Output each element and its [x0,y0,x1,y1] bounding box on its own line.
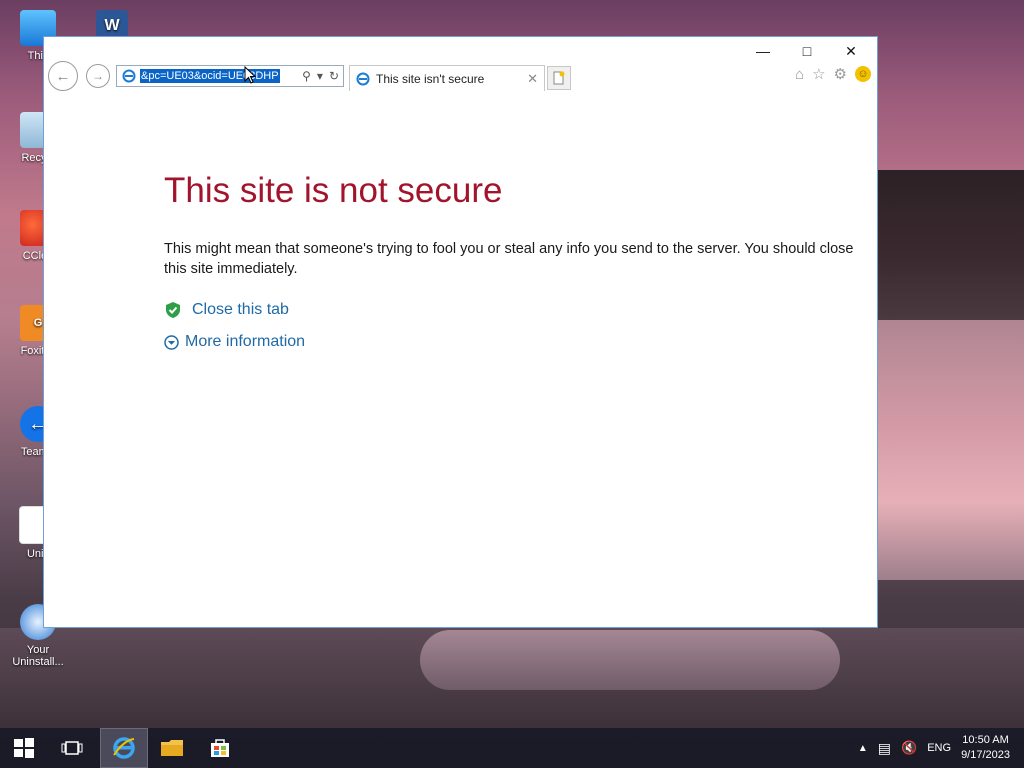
forward-arrow-icon: → [92,69,104,83]
address-bar[interactable]: &pc=UE03&ocid=UE03DHP ⚲ ▾ ↻ [116,65,344,87]
volume-muted-icon[interactable]: 🔇 [901,740,917,756]
ie-logo-icon [356,72,370,85]
taskbar-file-explorer[interactable] [148,728,196,768]
more-information-link[interactable]: More information [164,333,854,351]
taskbar: ▲ ▤ 🔇 ENG 10:50 AM 9/17/2023 [0,728,1024,768]
more-information-label[interactable]: More information [185,333,305,351]
new-tab-icon [553,71,565,85]
background-pool [420,630,840,690]
browser-window: — □ ✕ ← → &pc=UE03&ocid=UE03DHP ⚲ ▾ ↻ Th… [43,36,878,628]
mouse-cursor-icon [244,66,256,84]
feedback-smiley-icon[interactable]: ☺ [855,66,871,82]
page-title: This site is not secure [164,171,503,210]
clock[interactable]: 10:50 AM 9/17/2023 [961,733,1010,763]
refresh-icon[interactable]: ↻ [329,69,339,83]
background-water [878,320,1024,580]
close-tab-link[interactable]: Close this tab [164,301,854,319]
background-cliff [878,170,1024,320]
favorites-star-icon[interactable]: ☆ [812,65,825,83]
page-content: This site is not secure This might mean … [164,171,854,351]
toolbar-right: ⌂ ☆ ⚙ ☺ [795,65,871,83]
network-icon[interactable]: ▤ [878,740,891,757]
windows-logo-icon [14,738,34,758]
back-arrow-icon: ← [55,67,71,85]
search-icon[interactable]: ⚲ [302,69,311,83]
task-view-icon [61,741,83,755]
close-tab-icon[interactable]: ✕ [527,71,538,87]
minimize-button[interactable]: — [743,39,783,63]
folder-icon [161,740,183,756]
close-tab-label[interactable]: Close this tab [192,301,289,319]
forward-button[interactable]: → [86,64,110,88]
system-tray: ▲ ▤ 🔇 ENG 10:50 AM 9/17/2023 [858,728,1024,768]
clock-date: 9/17/2023 [961,749,1010,761]
chevron-up-icon[interactable]: ▲ [858,743,868,754]
shield-check-icon [166,302,180,318]
address-url-text[interactable]: &pc=UE03&ocid=UE03DHP [140,69,280,83]
ie-logo-icon [113,737,135,759]
settings-gear-icon[interactable]: ⚙ [834,65,847,83]
store-icon [211,739,229,757]
ie-logo-icon [122,69,136,83]
back-button[interactable]: ← [48,61,78,91]
new-tab-button[interactable] [547,66,571,90]
chevron-circle-down-icon [164,334,179,350]
language-indicator[interactable]: ENG [927,742,951,754]
title-bar: — □ ✕ [44,37,877,65]
maximize-button[interactable]: □ [787,39,827,63]
close-window-button[interactable]: ✕ [831,39,871,63]
clock-time: 10:50 AM [962,734,1009,746]
chevron-down-icon[interactable]: ▾ [317,69,323,83]
tab-active[interactable]: This site isn't secure ✕ [349,65,545,91]
start-button[interactable] [0,728,48,768]
warning-message: This might mean that someone's trying to… [164,241,854,277]
tab-title: This site isn't secure [376,71,485,86]
taskbar-internet-explorer[interactable] [100,728,148,768]
taskbar-store[interactable] [196,728,244,768]
home-icon[interactable]: ⌂ [795,66,804,83]
task-view-button[interactable] [48,728,96,768]
